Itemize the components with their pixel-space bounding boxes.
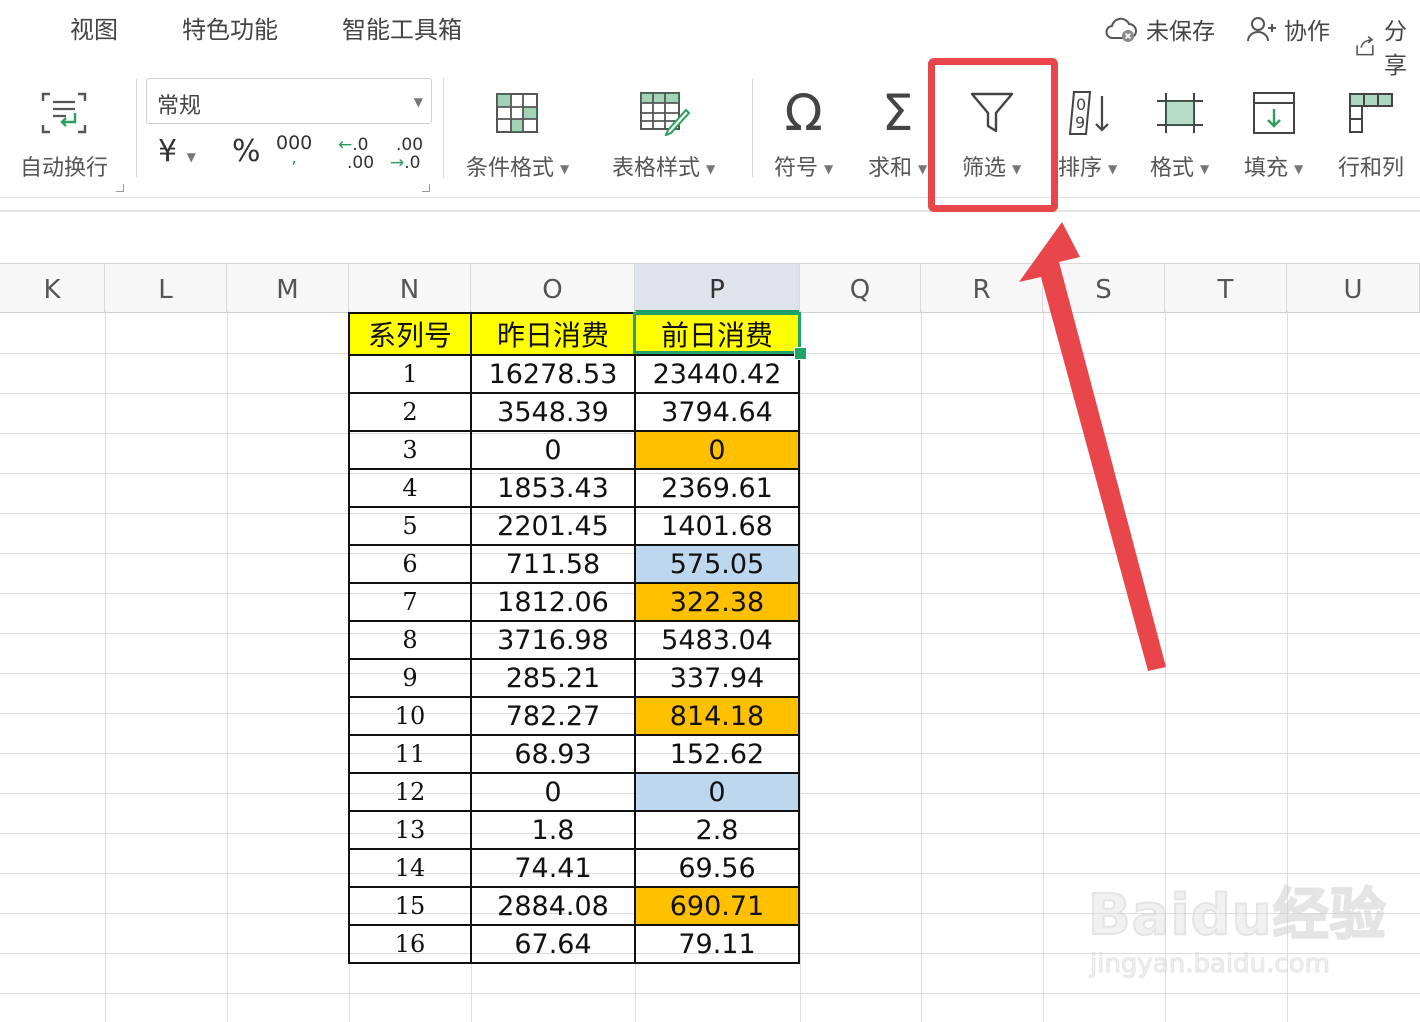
watermark-url: jingyan.baidu.com: [1090, 949, 1331, 980]
watermark: Baidu经验 jingyan.baidu.com: [1087, 870, 1387, 980]
annotation-arrow-icon: [1019, 222, 1166, 671]
watermark-logo: Baidu经验: [1087, 882, 1387, 949]
